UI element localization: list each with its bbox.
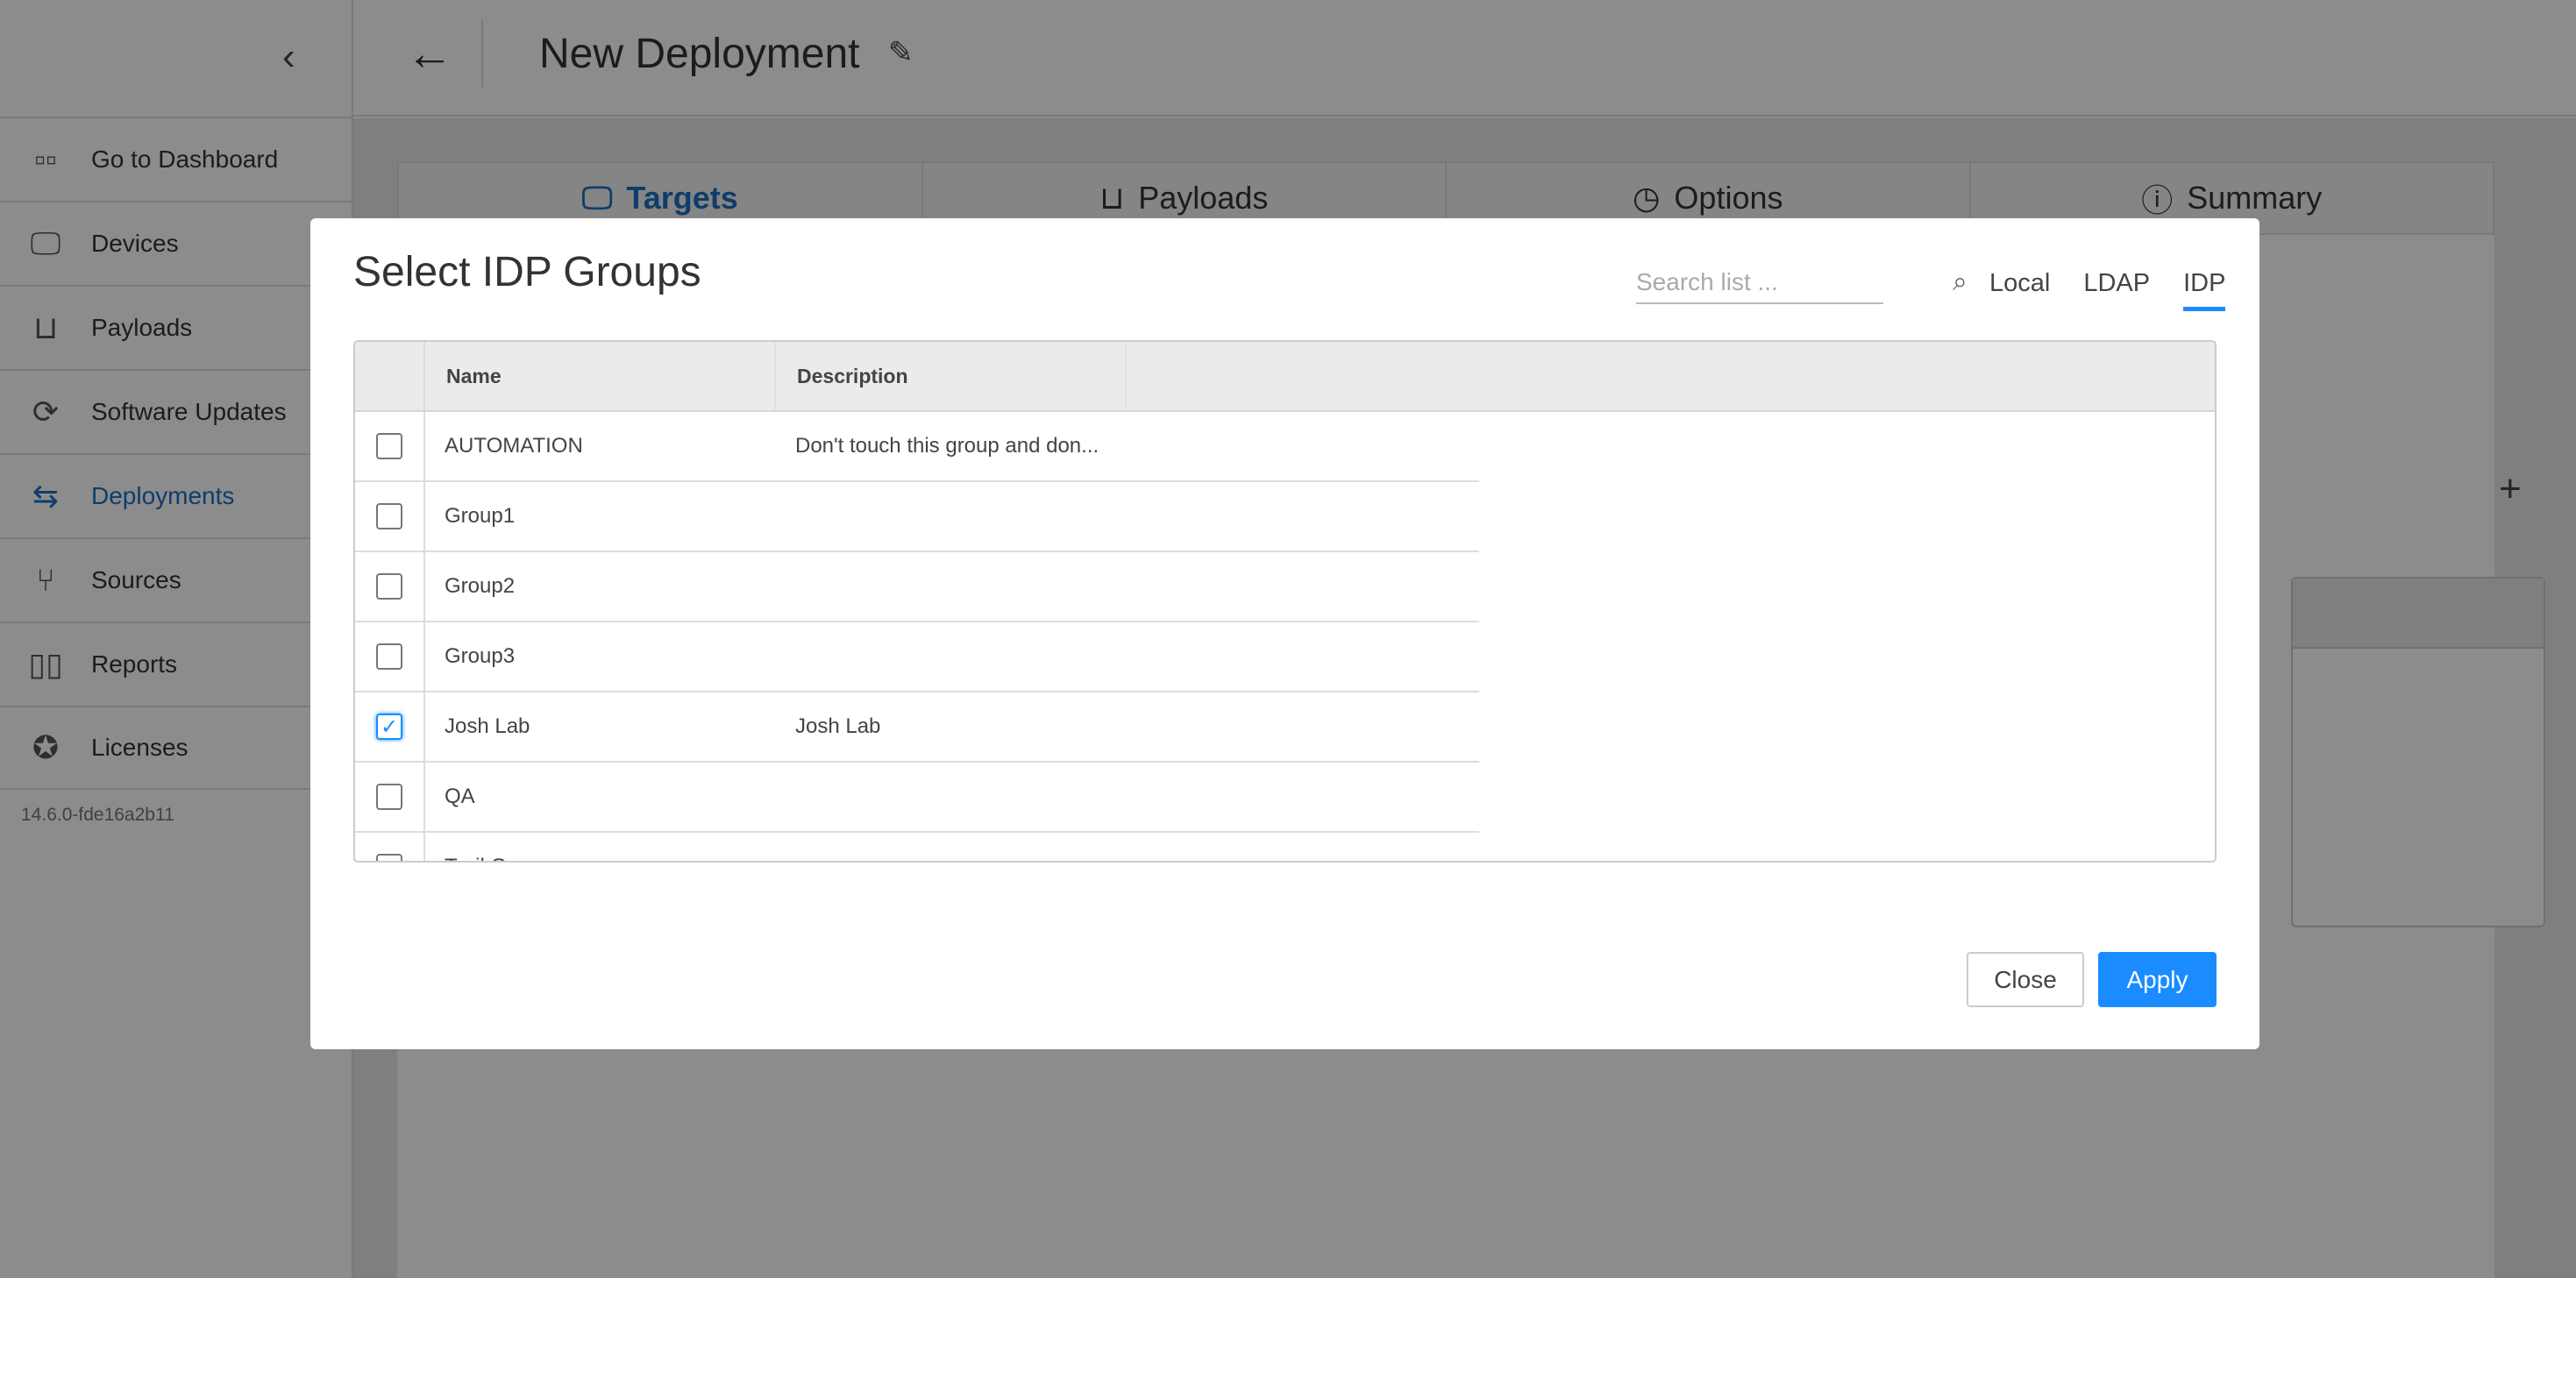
cell-description [776, 763, 1127, 831]
cell-description: Don't touch this group and don... [795, 434, 1099, 458]
row-checkbox[interactable] [376, 784, 402, 810]
row-checkbox[interactable] [376, 503, 402, 529]
close-button[interactable]: Close [1967, 952, 2084, 1007]
checkbox-cell [355, 833, 425, 861]
dialog-title: Select IDP Groups [353, 249, 701, 295]
source-tabs: Local LDAP IDP [1989, 269, 2226, 311]
select-all-column [355, 342, 425, 410]
cell-name: Group2 [445, 574, 516, 598]
table-row[interactable]: Trail G... [355, 833, 1479, 861]
cell-name: QA [445, 785, 475, 808]
source-tab-local[interactable]: Local [1989, 269, 2050, 311]
table-row[interactable]: QA [355, 763, 1479, 833]
checkbox-cell [355, 763, 425, 831]
row-checkbox[interactable] [376, 643, 402, 670]
cell-description [776, 833, 1127, 861]
source-tab-idp[interactable]: IDP [2183, 269, 2226, 311]
cell-name: Trail G... [425, 833, 776, 861]
row-checkbox[interactable]: ✓ [376, 714, 402, 740]
table-header: Name Description [355, 342, 2215, 412]
table-body[interactable]: AUTOMATION Don't touch this group and don… [355, 412, 2215, 861]
groups-table: Name Description AUTOMATION Don't touch t… [353, 340, 2217, 863]
table-row[interactable]: Group1 [355, 482, 1479, 552]
cell-name: Group1 [445, 504, 516, 528]
table-row[interactable]: ✓ Josh Lab Josh Lab [355, 692, 1479, 763]
cell-description [776, 552, 1127, 621]
table-row[interactable]: Group2 [355, 552, 1479, 622]
cell-name: AUTOMATION [445, 434, 583, 458]
table-row[interactable]: AUTOMATION Don't touch this group and don… [355, 412, 1479, 482]
search-field: ⌕ [1636, 262, 1968, 304]
cell-description [776, 622, 1127, 691]
row-checkbox[interactable] [376, 573, 402, 600]
table-row[interactable]: Group3 [355, 622, 1479, 692]
cell-description: Josh Lab [795, 714, 881, 738]
cell-description [776, 482, 1127, 550]
source-tab-ldap[interactable]: LDAP [2083, 269, 2150, 311]
column-header-description[interactable]: Description [776, 342, 1127, 410]
checkbox-cell [355, 482, 425, 550]
apply-button[interactable]: Apply [2098, 952, 2217, 1007]
row-checkbox[interactable] [376, 433, 402, 459]
column-header-name[interactable]: Name [425, 342, 776, 410]
search-input[interactable] [1636, 268, 1953, 296]
cell-name: Group3 [445, 644, 516, 668]
search-icon[interactable]: ⌕ [1953, 267, 1968, 297]
select-idp-groups-dialog: Select IDP Groups ⌕ Local LDAP IDP Name De… [310, 218, 2259, 1049]
checkbox-cell [355, 552, 425, 621]
checkbox-cell [355, 622, 425, 691]
row-checkbox[interactable] [376, 854, 402, 861]
checkbox-cell: ✓ [355, 692, 425, 761]
cell-name: Josh Lab [445, 714, 530, 738]
checkbox-cell [355, 412, 425, 480]
